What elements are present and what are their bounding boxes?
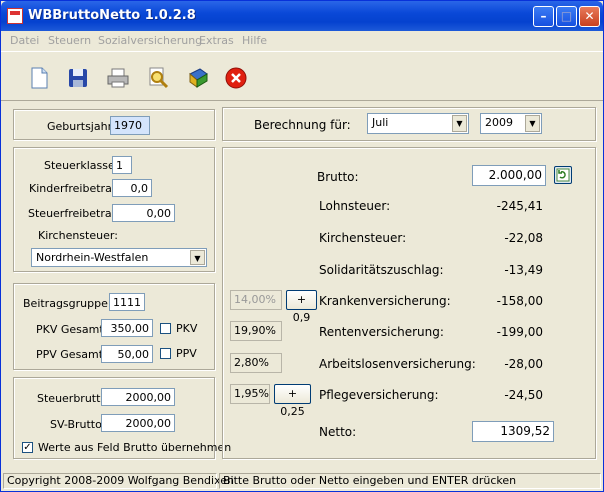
book-icon[interactable] — [186, 66, 210, 90]
gross-basis-group: Steuerbrutto: 2000,00 SV-Brutto: 2000,00… — [13, 377, 231, 459]
sv-gross-label: SV-Brutto: — [50, 418, 106, 431]
toolbar — [1, 51, 603, 101]
menu-extras[interactable]: Extras — [199, 34, 234, 47]
pkv-checkbox[interactable] — [160, 323, 171, 334]
calculation-period-group: Berechnung für: Juli ▼ 2009 ▼ — [222, 107, 596, 141]
close-window-button[interactable]: ✕ — [579, 6, 600, 27]
tax-allowance-label: Steuerfreibetrag: — [28, 207, 123, 220]
ppv-checkbox-label: PPV — [176, 347, 197, 360]
state-value: Nordrhein-Westfalen — [36, 251, 149, 264]
birth-year-field[interactable]: 1970 — [110, 116, 150, 135]
pension-insurance-value: -199,00 — [496, 325, 543, 339]
child-allowance-field[interactable]: 0,0 — [112, 179, 152, 197]
care-add-button[interactable]: + 0,25 — [274, 384, 311, 418]
menu-steuern[interactable]: Steuern — [48, 34, 91, 47]
status-bar: Copyright 2008-2009 Wolfgang Bendixen Bi… — [1, 471, 603, 491]
sv-gross-field[interactable]: 2000,00 — [101, 414, 175, 432]
print-icon[interactable] — [106, 66, 130, 90]
unemployment-insurance-value: -28,00 — [504, 357, 543, 371]
unemployment-rate-field[interactable]: 2,80% — [230, 353, 282, 373]
tax-gross-label: Steuerbrutto: — [37, 392, 111, 405]
netto-field[interactable]: 1309,52 — [472, 421, 554, 442]
ppv-total-field[interactable]: 50,00 — [101, 345, 153, 363]
app-icon — [7, 8, 23, 24]
menu-hilfe[interactable]: Hilfe — [242, 34, 267, 47]
status-copyright: Copyright 2008-2009 Wolfgang Bendixen — [3, 473, 234, 489]
tax-class-field[interactable]: 1 — [112, 156, 132, 174]
solidarity-value: -13,49 — [504, 263, 543, 277]
take-brutto-checkbox[interactable]: ✓ — [22, 442, 33, 453]
results-group: Brutto: 2.000,00 Lohnsteuer: -245,41 Kir… — [222, 147, 596, 459]
tax-class-label: Steuerklasse: — [44, 159, 119, 172]
care-insurance-value: -24,50 — [504, 388, 543, 402]
church-tax-value: -22,08 — [504, 231, 543, 245]
menu-datei[interactable]: Datei — [10, 34, 39, 47]
status-hint: Bitte Brutto oder Netto eingeben und ENT… — [219, 473, 601, 489]
close-icon[interactable] — [224, 66, 248, 90]
contribution-group-field[interactable]: 1111 — [109, 293, 145, 311]
pkv-total-label: PKV Gesamt: — [36, 323, 108, 336]
chevron-down-icon[interactable]: ▼ — [190, 250, 205, 265]
calculation-label: Berechnung für: — [254, 118, 351, 132]
pkv-total-field[interactable]: 350,00 — [101, 319, 153, 337]
health-insurance-value: -158,00 — [496, 294, 543, 308]
church-tax-result-label: Kirchensteuer: — [319, 231, 407, 245]
title-bar[interactable]: WBBruttoNetto 1.0.2.8 – □ ✕ — [1, 1, 603, 31]
refresh-button[interactable] — [554, 166, 572, 184]
preview-icon[interactable] — [146, 66, 170, 90]
birth-year-label: Geburtsjahr: — [47, 120, 116, 133]
health-add-button[interactable]: + 0,9 — [286, 290, 317, 324]
menu-sozialversicherung[interactable]: Sozialversicherung — [98, 34, 202, 47]
month-select[interactable]: Juli ▼ — [367, 113, 469, 134]
health-insurance-label: Krankenversicherung: — [319, 294, 451, 308]
minimize-button[interactable]: – — [533, 6, 554, 27]
pkv-checkbox-label: PKV — [176, 322, 198, 335]
contribution-group-label: Beitragsgruppe: — [23, 297, 112, 310]
app-window: WBBruttoNetto 1.0.2.8 – □ ✕ Datei Steuer… — [0, 0, 604, 492]
state-select[interactable]: Nordrhein-Westfalen ▼ — [31, 248, 207, 267]
chevron-down-icon[interactable]: ▼ — [452, 115, 467, 132]
tax-settings-group: Steuerklasse: 1 Kinderfreibetrag: 0,0 St… — [13, 147, 215, 272]
income-tax-label: Lohnsteuer: — [319, 199, 391, 213]
solidarity-label: Solidaritätszuschlag: — [319, 263, 444, 277]
year-value: 2009 — [485, 116, 513, 129]
maximize-button[interactable]: □ — [556, 6, 577, 27]
chevron-down-icon[interactable]: ▼ — [525, 115, 540, 132]
birth-year-group: Geburtsjahr: 1970 — [13, 109, 215, 140]
save-icon[interactable] — [66, 66, 90, 90]
menu-bar: Datei Steuern Sozialversicherung Extras … — [1, 31, 603, 49]
window-title: WBBruttoNetto 1.0.2.8 — [28, 8, 196, 23]
tax-allowance-field[interactable]: 0,00 — [112, 204, 175, 222]
child-allowance-label: Kinderfreibetrag: — [29, 182, 123, 195]
health-rate-field[interactable]: 14,00% — [230, 290, 282, 310]
year-select[interactable]: 2009 ▼ — [480, 113, 542, 134]
pension-insurance-label: Rentenversicherung: — [319, 325, 444, 339]
new-document-icon[interactable] — [27, 66, 51, 90]
unemployment-insurance-label: Arbeitslosenversicherung: — [319, 357, 476, 371]
care-rate-field[interactable]: 1,95% — [230, 384, 270, 404]
ppv-total-label: PPV Gesamt: — [36, 348, 107, 361]
insurance-group: Beitragsgruppe: 1111 PKV Gesamt: 350,00 … — [13, 283, 215, 370]
ppv-checkbox[interactable] — [160, 348, 171, 359]
tax-gross-field[interactable]: 2000,00 — [101, 388, 175, 406]
brutto-field[interactable]: 2.000,00 — [472, 165, 546, 186]
care-insurance-label: Pflegeversicherung: — [319, 388, 439, 402]
church-tax-label: Kirchensteuer: — [38, 229, 118, 242]
income-tax-value: -245,41 — [496, 199, 543, 213]
pension-rate-field[interactable]: 19,90% — [230, 321, 282, 341]
month-value: Juli — [372, 116, 389, 129]
refresh-icon — [556, 168, 570, 182]
take-brutto-label: Werte aus Feld Brutto übernehmen — [38, 441, 232, 454]
brutto-label: Brutto: — [317, 170, 359, 184]
netto-label: Netto: — [319, 425, 357, 439]
